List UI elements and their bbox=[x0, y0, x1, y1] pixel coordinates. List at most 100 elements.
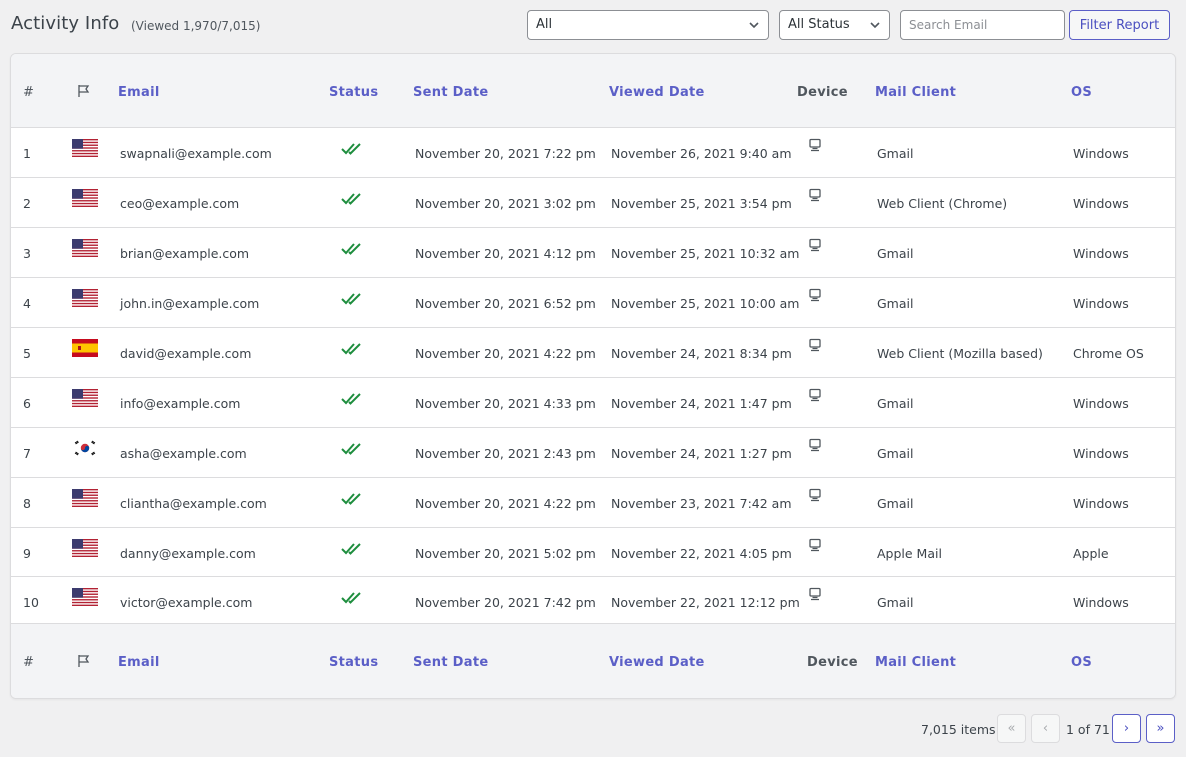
us-flag-icon bbox=[72, 289, 98, 308]
desktop-icon bbox=[808, 338, 822, 352]
col-viewed-footer[interactable]: Viewed Date bbox=[609, 655, 705, 670]
double-check-icon bbox=[341, 341, 365, 357]
row-os: Windows bbox=[1073, 396, 1129, 411]
table-row: 1 swapnali@example.com November 20, 2021 7… bbox=[11, 128, 1175, 178]
row-mail-client: Web Client (Mozilla based) bbox=[877, 346, 1043, 361]
row-viewed-date: November 24, 2021 1:47 pm bbox=[611, 396, 792, 411]
list-select[interactable]: All bbox=[527, 10, 769, 40]
table-row: 9 danny@example.com November 20, 2021 5:02… bbox=[11, 528, 1175, 577]
row-number: 1 bbox=[23, 146, 31, 161]
us-flag-icon bbox=[72, 489, 98, 508]
row-mail-client: Gmail bbox=[877, 296, 914, 311]
us-flag-icon bbox=[72, 189, 98, 208]
row-number: 3 bbox=[23, 246, 31, 261]
desktop-icon bbox=[808, 538, 822, 552]
row-viewed-date: November 23, 2021 7:42 am bbox=[611, 496, 792, 511]
status-select-value: All Status bbox=[788, 17, 850, 32]
row-mail-client: Gmail bbox=[877, 446, 914, 461]
double-check-icon bbox=[341, 191, 365, 207]
prev-page-button[interactable]: ‹ bbox=[1031, 714, 1060, 743]
table-row: 2 ceo@example.com November 20, 2021 3:02 p… bbox=[11, 178, 1175, 228]
row-email: info@example.com bbox=[120, 396, 241, 411]
row-os: Chrome OS bbox=[1073, 346, 1144, 361]
col-viewed-header[interactable]: Viewed Date bbox=[609, 85, 705, 100]
desktop-icon bbox=[808, 438, 822, 452]
col-client-header[interactable]: Mail Client bbox=[875, 85, 956, 100]
table-row: 10 victor@example.com November 20, 2021 7:… bbox=[11, 577, 1175, 626]
first-page-button[interactable]: « bbox=[997, 714, 1026, 743]
es-flag-icon bbox=[72, 339, 98, 357]
row-viewed-date: November 22, 2021 12:12 pm bbox=[611, 595, 800, 610]
table-row: 8 cliantha@example.com November 20, 2021 4… bbox=[11, 478, 1175, 528]
row-viewed-date: November 25, 2021 10:32 am bbox=[611, 246, 800, 261]
desktop-icon bbox=[808, 238, 822, 252]
chevron-down-icon bbox=[749, 22, 759, 29]
col-email-header[interactable]: Email bbox=[118, 85, 160, 100]
row-mail-client: Gmail bbox=[877, 595, 914, 610]
row-sent-date: November 20, 2021 3:02 pm bbox=[415, 196, 596, 211]
row-viewed-date: November 25, 2021 10:00 am bbox=[611, 296, 800, 311]
row-number: 7 bbox=[23, 446, 31, 461]
double-check-icon bbox=[341, 541, 365, 557]
col-status-footer[interactable]: Status bbox=[329, 655, 378, 670]
row-email: brian@example.com bbox=[120, 246, 250, 261]
us-flag-icon bbox=[72, 588, 98, 607]
us-flag-icon bbox=[72, 539, 98, 558]
last-page-button[interactable]: » bbox=[1146, 714, 1175, 743]
col-sent-footer[interactable]: Sent Date bbox=[413, 655, 488, 670]
col-status-header[interactable]: Status bbox=[329, 85, 378, 100]
row-number: 10 bbox=[23, 595, 39, 610]
table-row: 5 david@example.com November 20, 2021 4:22… bbox=[11, 328, 1175, 378]
double-check-icon bbox=[341, 141, 365, 157]
row-mail-client: Gmail bbox=[877, 146, 914, 161]
list-select-value: All bbox=[536, 17, 553, 32]
page-indicator: 1 of 71 bbox=[1066, 722, 1110, 737]
us-flag-icon bbox=[72, 239, 98, 258]
search-email-input[interactable] bbox=[900, 10, 1065, 40]
row-os: Apple bbox=[1073, 546, 1109, 561]
next-page-button[interactable]: › bbox=[1112, 714, 1141, 743]
row-mail-client: Gmail bbox=[877, 246, 914, 261]
col-device-header: Device bbox=[797, 85, 848, 100]
desktop-icon bbox=[808, 388, 822, 402]
row-number: 6 bbox=[23, 396, 31, 411]
filter-report-button[interactable]: Filter Report bbox=[1069, 10, 1170, 40]
us-flag-icon bbox=[72, 139, 98, 158]
row-sent-date: November 20, 2021 4:22 pm bbox=[415, 346, 596, 361]
row-number: 2 bbox=[23, 196, 31, 211]
col-email-footer[interactable]: Email bbox=[118, 655, 160, 670]
row-sent-date: November 20, 2021 4:33 pm bbox=[415, 396, 596, 411]
row-mail-client: Apple Mail bbox=[877, 546, 942, 561]
row-number: 4 bbox=[23, 296, 31, 311]
table-row: 6 info@example.com November 20, 2021 4:33 … bbox=[11, 378, 1175, 428]
desktop-icon bbox=[808, 488, 822, 502]
row-viewed-date: November 25, 2021 3:54 pm bbox=[611, 196, 792, 211]
row-os: Windows bbox=[1073, 296, 1129, 311]
row-email: david@example.com bbox=[120, 346, 252, 361]
row-number: 8 bbox=[23, 496, 31, 511]
desktop-icon bbox=[808, 288, 822, 302]
row-os: Windows bbox=[1073, 196, 1129, 211]
row-number: 5 bbox=[23, 346, 31, 361]
col-sent-header[interactable]: Sent Date bbox=[413, 85, 488, 100]
table-header: # Email Status Sent Date Viewed Date Dev… bbox=[11, 54, 1175, 128]
col-os-header[interactable]: OS bbox=[1071, 85, 1092, 100]
table-row: 4 john.in@example.com November 20, 2021 6:… bbox=[11, 278, 1175, 328]
table-row: 3 brian@example.com November 20, 2021 4:12… bbox=[11, 228, 1175, 278]
row-os: Windows bbox=[1073, 246, 1129, 261]
desktop-icon bbox=[808, 188, 822, 202]
flag-icon bbox=[78, 85, 90, 97]
col-os-footer[interactable]: OS bbox=[1071, 655, 1092, 670]
activity-table: # Email Status Sent Date Viewed Date Dev… bbox=[10, 53, 1176, 699]
col-num-footer: # bbox=[23, 655, 35, 670]
viewed-count: (Viewed 1,970/7,015) bbox=[131, 19, 261, 33]
status-select[interactable]: All Status bbox=[779, 10, 890, 40]
row-viewed-date: November 26, 2021 9:40 am bbox=[611, 146, 792, 161]
row-email: cliantha@example.com bbox=[120, 496, 267, 511]
row-sent-date: November 20, 2021 7:42 pm bbox=[415, 595, 596, 610]
row-number: 9 bbox=[23, 546, 31, 561]
row-sent-date: November 20, 2021 4:22 pm bbox=[415, 496, 596, 511]
col-client-footer[interactable]: Mail Client bbox=[875, 655, 956, 670]
row-sent-date: November 20, 2021 7:22 pm bbox=[415, 146, 596, 161]
row-sent-date: November 20, 2021 2:43 pm bbox=[415, 446, 596, 461]
